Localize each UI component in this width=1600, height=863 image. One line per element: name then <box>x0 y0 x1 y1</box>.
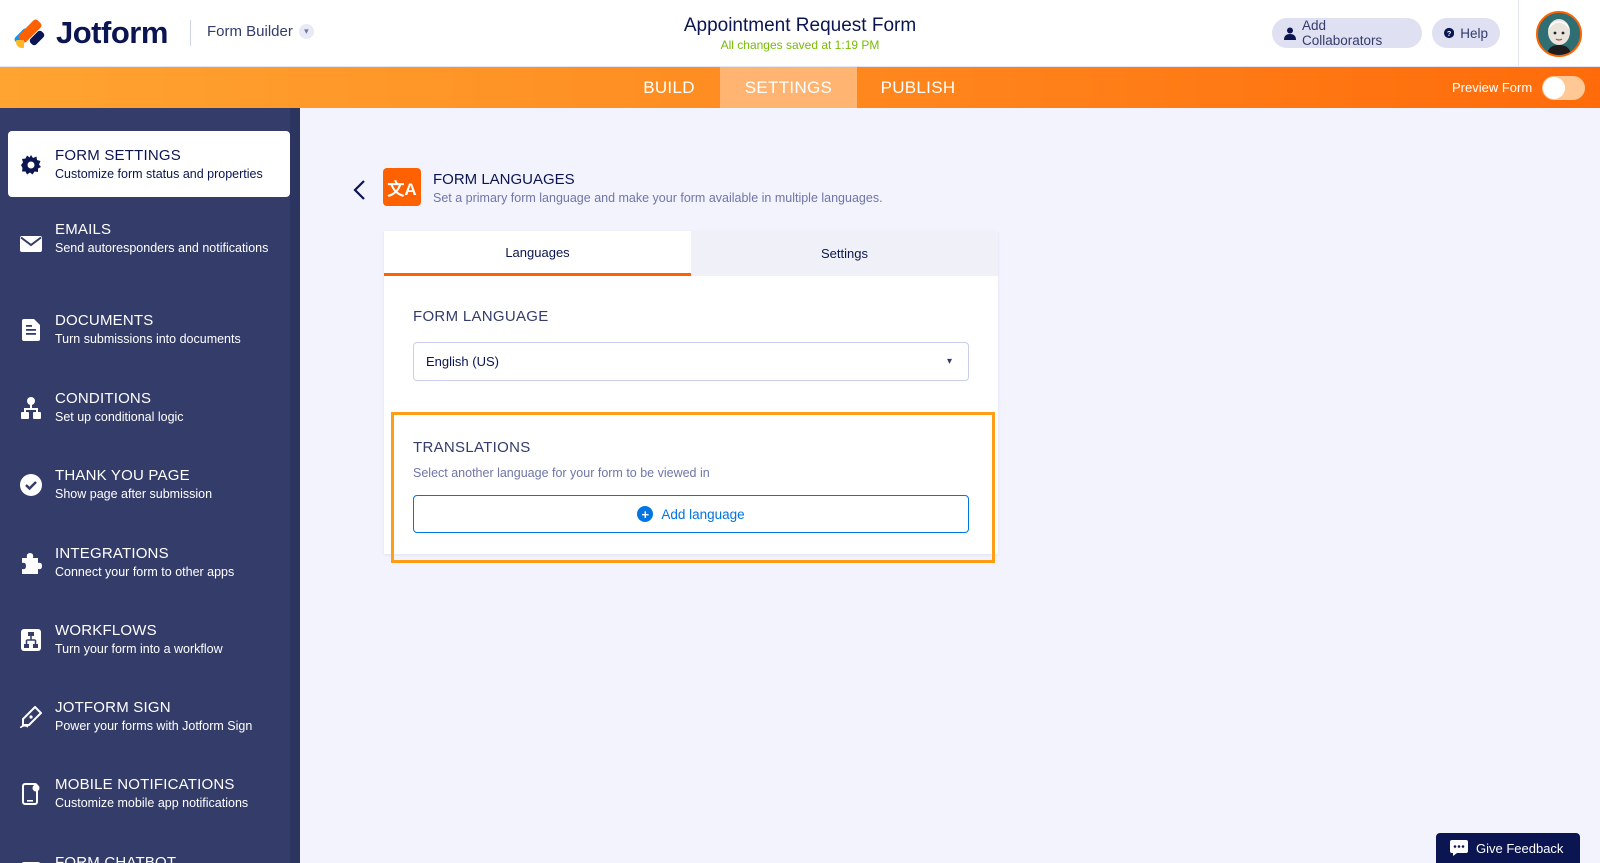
question-circle-icon: ? <box>1444 27 1455 39</box>
chevron-down-icon: ▾ <box>946 356 952 367</box>
sidebar-item-desc: Customize form status and properties <box>55 167 263 181</box>
user-icon <box>1284 27 1296 40</box>
document-icon <box>20 319 42 341</box>
sidebar-item-title: JOTFORM SIGN <box>55 699 171 716</box>
help-button[interactable]: ? Help <box>1432 18 1500 48</box>
jotform-logo-icon <box>13 18 46 48</box>
sidebar-item-title: WORKFLOWS <box>55 622 157 639</box>
sidebar-item-title: THANK YOU PAGE <box>55 467 190 484</box>
form-builder-label: Form Builder <box>207 23 293 40</box>
form-language-value: English (US) <box>426 354 499 369</box>
add-collaborators-label: Add Collaborators <box>1302 18 1383 48</box>
sidebar-item-mobile-notifications[interactable]: MOBILE NOTIFICATIONS Customize mobile ap… <box>8 760 290 826</box>
mobile-icon <box>20 783 42 805</box>
form-language-label: FORM LANGUAGE <box>413 308 549 325</box>
envelope-icon <box>20 233 42 255</box>
jotform-logo[interactable]: Jotform <box>13 15 168 50</box>
puzzle-icon <box>20 552 42 574</box>
tab-settings[interactable]: SETTINGS <box>720 67 857 108</box>
sidebar-item-desc: Connect your form to other apps <box>55 565 235 579</box>
avatar[interactable] <box>1536 11 1582 57</box>
section-description: Set a primary form language and make you… <box>433 191 883 205</box>
back-button[interactable] <box>350 178 370 202</box>
sidebar-item-conditions[interactable]: CONDITIONS Set up conditional logic <box>8 374 290 440</box>
sidebar-item-desc: Turn submissions into documents <box>55 332 241 346</box>
sidebar-item-form-settings[interactable]: FORM SETTINGS Customize form status and … <box>8 131 290 197</box>
sidebar-item-title: INTEGRATIONS <box>55 545 169 562</box>
preview-form-label: Preview Form <box>1452 80 1533 95</box>
pen-icon <box>20 706 42 728</box>
sidebar-item-documents[interactable]: DOCUMENTS Turn submissions into document… <box>8 296 290 362</box>
chevron-down-icon: ▾ <box>298 24 314 39</box>
hierarchy-icon <box>20 397 42 419</box>
sidebar-item-emails[interactable]: EMAILS Send autoresponders and notificat… <box>8 205 290 285</box>
check-circle-icon <box>20 474 42 496</box>
sidebar-item-integrations[interactable]: INTEGRATIONS Connect your form to other … <box>8 529 290 595</box>
chevron-left-icon <box>353 180 365 200</box>
logo-text: Jotform <box>56 15 168 50</box>
give-feedback-label: Give Feedback <box>1476 840 1564 856</box>
header-divider <box>190 20 191 46</box>
give-feedback-button[interactable]: Give Feedback <box>1436 833 1580 863</box>
main-nav: BUILD SETTINGS PUBLISH Preview Form <box>0 67 1600 108</box>
header-divider-right <box>1518 0 1519 66</box>
sidebar-item-desc: Send autoresponders and notifications <box>55 241 269 255</box>
svg-text:?: ? <box>1447 29 1452 38</box>
settings-sidebar: FORM SETTINGS Customize form status and … <box>0 108 300 863</box>
sidebar-item-title: FORM SETTINGS <box>55 147 181 164</box>
sidebar-item-thank-you-page[interactable]: THANK YOU PAGE Show page after submissio… <box>8 451 290 517</box>
form-builder-dropdown[interactable]: Form Builder ▾ <box>207 23 314 40</box>
toggle-knob <box>1543 77 1565 99</box>
sidebar-item-form-chatbot[interactable]: FORM CHATBOT <box>8 838 290 863</box>
sidebar-item-title: FORM CHATBOT <box>55 854 177 863</box>
translations-highlight <box>391 412 995 563</box>
preview-form-toggle[interactable] <box>1542 76 1585 100</box>
sidebar-item-jotform-sign[interactable]: JOTFORM SIGN Power your forms with Jotfo… <box>8 683 290 749</box>
sidebar-item-title: MOBILE NOTIFICATIONS <box>55 776 235 793</box>
tab-publish[interactable]: PUBLISH <box>860 67 976 108</box>
sidebar-item-desc: Customize mobile app notifications <box>55 796 249 810</box>
gear-icon <box>20 154 42 176</box>
save-status: All changes saved at 1:19 PM <box>720 38 880 52</box>
sidebar-item-title: EMAILS <box>55 221 112 238</box>
sidebar-scrollbar[interactable] <box>290 108 300 863</box>
sidebar-item-title: DOCUMENTS <box>55 312 154 329</box>
tab-languages-settings[interactable]: Settings <box>691 231 998 276</box>
add-collaborators-button[interactable]: Add Collaborators <box>1272 18 1422 48</box>
sidebar-item-desc: Turn your form into a workflow <box>55 642 223 656</box>
translate-icon: 文A <box>383 168 421 206</box>
tab-build[interactable]: BUILD <box>622 67 716 108</box>
help-label: Help <box>1460 25 1488 41</box>
section-title: FORM LANGUAGES <box>433 171 575 188</box>
top-header: Jotform Form Builder ▾ Appointment Reque… <box>0 0 1600 67</box>
sidebar-item-desc: Set up conditional logic <box>55 410 184 424</box>
sidebar-item-workflows[interactable]: WORKFLOWS Turn your form into a workflow <box>8 606 290 672</box>
feedback-chat-icon <box>1450 840 1468 856</box>
form-language-select[interactable]: English (US) ▾ <box>413 342 969 381</box>
sidebar-item-desc: Show page after submission <box>55 487 213 501</box>
sidebar-item-desc: Power your forms with Jotform Sign <box>55 719 253 733</box>
sidebar-item-title: CONDITIONS <box>55 390 152 407</box>
form-title[interactable]: Appointment Request Form <box>600 15 1000 37</box>
user-avatar-icon <box>1538 13 1580 55</box>
workflow-icon <box>20 629 42 651</box>
tab-languages[interactable]: Languages <box>384 231 691 276</box>
